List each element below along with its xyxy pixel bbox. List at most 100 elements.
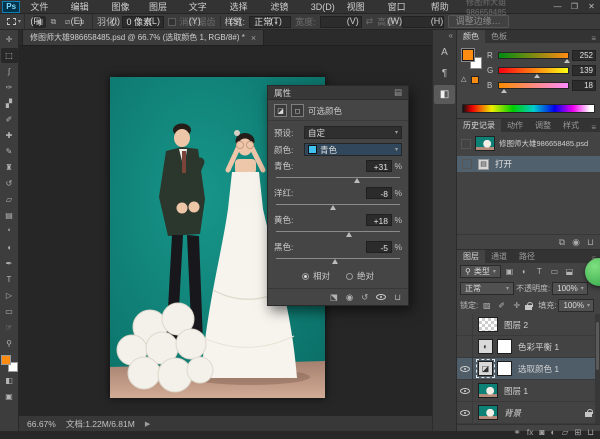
absolute-radio[interactable]: 绝对 (346, 270, 374, 282)
reset-icon[interactable]: ↺ (361, 292, 368, 303)
crop-tool[interactable]: ▞ (1, 96, 18, 111)
menu-item[interactable]: 选择(S) (224, 0, 265, 14)
menu-item[interactable]: 文字(Y) (183, 0, 224, 14)
add-selection-button[interactable]: ⧉ (47, 16, 60, 28)
status-options-arrow[interactable]: ▶ (145, 420, 150, 428)
panel-menu-icon[interactable]: ≡ (591, 123, 600, 132)
red-slider[interactable] (498, 52, 569, 59)
eyedropper-tool[interactable]: ✐ (1, 112, 18, 127)
layer-name[interactable]: 图层 1 (504, 385, 528, 397)
foreground-color-swatch[interactable] (462, 49, 474, 61)
visibility-toggle[interactable] (457, 358, 473, 379)
lock-paint-icon[interactable]: ✐ (495, 299, 508, 312)
delete-state-icon[interactable]: ⊔ (587, 237, 594, 248)
visibility-toggle[interactable] (457, 380, 473, 401)
collapse-panels-icon[interactable]: « (433, 30, 456, 41)
spot-healing-tool[interactable]: ✚ (1, 128, 18, 143)
slider-thumb[interactable] (330, 205, 336, 210)
panel-menu-icon[interactable]: ≡ (591, 34, 600, 43)
document-tab[interactable]: 修图师大雄986658485.psd @ 66.7% (选取颜色 1, RGB/… (22, 29, 264, 45)
screen-mode-button[interactable]: ▣ (1, 389, 18, 404)
delete-layer-icon[interactable]: ⊔ (587, 427, 594, 438)
blue-value-input[interactable]: 18 (572, 80, 596, 91)
filter-smart-object-icon[interactable]: ⬓ (563, 265, 576, 278)
layer-thumbnail[interactable] (478, 405, 498, 420)
quick-mask-button[interactable]: ◧ (1, 373, 18, 388)
slider-thumb[interactable] (332, 259, 338, 264)
layer-row[interactable]: 图层 1 (457, 380, 600, 402)
lock-move-icon[interactable]: ✛ (510, 299, 523, 312)
blue-slider[interactable] (498, 82, 569, 89)
clone-stamp-tool[interactable]: ♜ (1, 160, 18, 175)
slider-thumb[interactable] (346, 232, 352, 237)
red-value-input[interactable]: 252 (572, 50, 596, 61)
mask-icon[interactable]: ◻ (291, 104, 304, 117)
snapshot-row[interactable]: 修图师大雄986658485.psd (457, 132, 600, 153)
new-group-icon[interactable]: ▱ (562, 427, 569, 438)
properties-panel-header[interactable]: 属性 ▤ (268, 86, 408, 100)
foreground-color-swatch[interactable] (1, 355, 11, 365)
opacity-input[interactable]: 100%▾ (552, 282, 588, 295)
layer-name[interactable]: 图层 2 (504, 319, 528, 331)
new-doc-from-state-icon[interactable]: ⧉ (559, 237, 565, 248)
brush-tool[interactable]: ✎ (1, 144, 18, 159)
new-snapshot-icon[interactable]: ◉ (572, 237, 580, 248)
refine-edge-button[interactable]: 调整边缘… (448, 15, 509, 28)
layer-mask-thumbnail[interactable] (497, 339, 512, 354)
history-source-box[interactable] (461, 139, 471, 149)
layer-style-icon[interactable]: fx (527, 427, 534, 437)
eraser-tool[interactable]: ▱ (1, 192, 18, 207)
color-balance-icon[interactable]: ◐ (478, 339, 493, 354)
tab-layers[interactable]: 图层 (457, 250, 485, 263)
delete-adjustment-icon[interactable]: ⊔ (394, 292, 401, 303)
layer-mask-thumbnail[interactable] (497, 361, 512, 376)
selective-color-icon[interactable]: ◪ (478, 361, 493, 376)
menu-item[interactable]: 图像(I) (105, 0, 142, 14)
tool-preset-picker[interactable]: ▾ (4, 14, 25, 29)
move-tool[interactable]: ✛ (1, 32, 18, 47)
tab-history[interactable]: 历史记录 (457, 119, 501, 132)
new-layer-icon[interactable]: ⊞ (574, 427, 581, 438)
filter-type-icon[interactable]: T (533, 265, 546, 278)
paragraph-panel-button[interactable]: ¶ (434, 64, 455, 83)
cyan-value-input[interactable]: +31 (366, 160, 392, 172)
relative-radio[interactable]: 相对 (302, 270, 330, 282)
zoom-level-field[interactable]: 66.67% (27, 419, 56, 429)
panel-menu-icon[interactable]: ▤ (394, 87, 402, 98)
filter-pixel-icon[interactable]: ▣ (503, 265, 516, 278)
menu-item[interactable]: 编辑(E) (65, 0, 106, 14)
green-value-input[interactable]: 139 (572, 65, 596, 76)
layer-row-background[interactable]: 背景 (457, 402, 600, 424)
filter-shape-icon[interactable]: ▭ (548, 265, 561, 278)
link-layers-icon[interactable]: ⚭ (514, 427, 521, 438)
blur-tool[interactable]: ❛ (1, 224, 18, 239)
visibility-toggle[interactable] (457, 336, 473, 357)
hand-tool[interactable]: ☞ (1, 320, 18, 335)
magenta-value-input[interactable]: -8 (366, 187, 392, 199)
menu-item[interactable]: 3D(D) (305, 0, 341, 14)
type-tool[interactable]: T (1, 272, 18, 287)
layer-name[interactable]: 背景 (504, 407, 521, 419)
add-mask-icon[interactable]: ◙ (539, 427, 544, 437)
yellow-value-input[interactable]: +18 (366, 214, 392, 226)
layer-row-selected[interactable]: ◪ 选取颜色 1 (457, 358, 600, 380)
menu-item[interactable]: 帮助(H) (425, 0, 466, 14)
dodge-tool[interactable]: ◖ (1, 240, 18, 255)
green-slider[interactable] (498, 67, 569, 74)
path-selection-tool[interactable]: ▷ (1, 288, 18, 303)
menu-item[interactable]: 滤镜(T) (264, 0, 304, 14)
color-spectrum-ramp[interactable] (462, 104, 595, 113)
black-value-input[interactable]: -5 (366, 241, 392, 253)
filter-type-select[interactable]: ⚲类型▾ (460, 265, 501, 278)
zoom-tool[interactable]: ⚲ (1, 336, 18, 351)
preset-select[interactable]: 自定▾ (304, 126, 402, 139)
menu-item[interactable]: 文件(F) (24, 0, 64, 14)
properties-panel-button[interactable]: ◧ (434, 85, 455, 104)
blend-mode-select[interactable]: 正常▾ (460, 282, 514, 295)
visibility-toggle[interactable] (457, 314, 473, 335)
layer-row[interactable]: 图层 2 (457, 314, 600, 336)
tab-styles[interactable]: 样式 (557, 119, 585, 132)
history-entry-open[interactable]: ▤ 打开 (457, 156, 600, 172)
layer-thumbnail[interactable] (478, 383, 498, 398)
lasso-tool[interactable]: ʃ (1, 64, 18, 79)
